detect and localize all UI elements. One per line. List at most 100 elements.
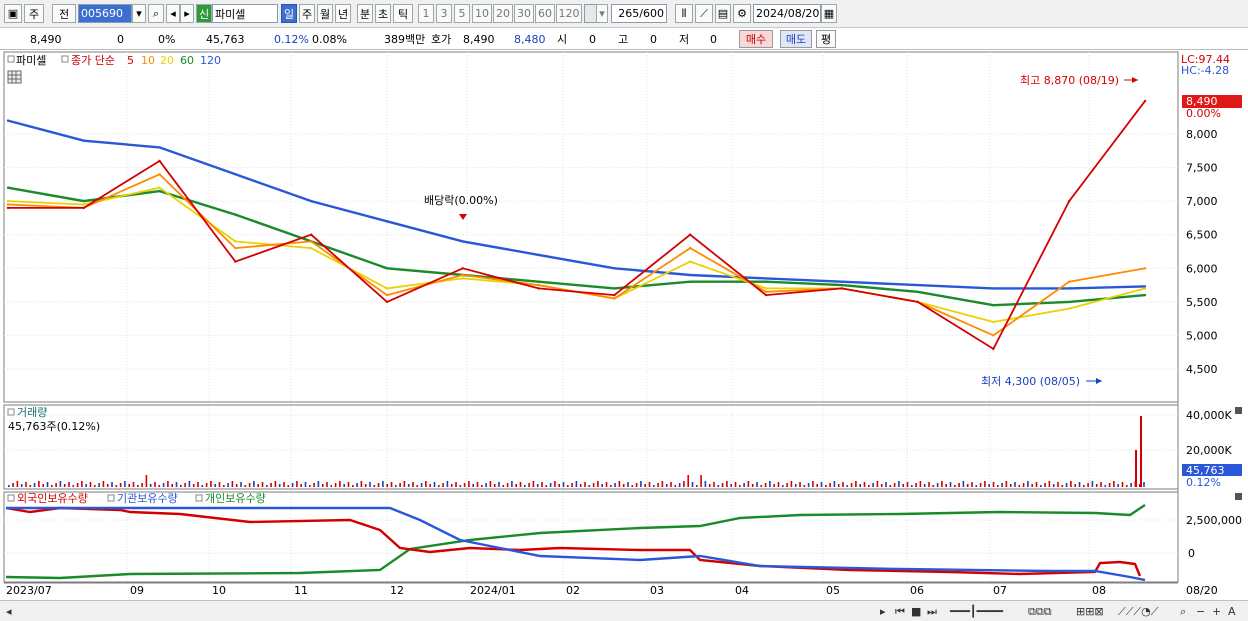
- price-pane[interactable]: [3, 51, 1179, 403]
- tab-year[interactable]: 년: [335, 4, 351, 23]
- volume-bar: [442, 483, 444, 487]
- tab-week[interactable]: 주: [299, 4, 315, 23]
- holding-pane[interactable]: [3, 491, 1179, 583]
- volume-bar: [855, 481, 857, 487]
- zoom-icon[interactable]: ⌕: [1180, 605, 1186, 619]
- volume-bar: [395, 485, 397, 487]
- tab-month[interactable]: 월: [317, 4, 333, 23]
- tab-minute[interactable]: 분: [357, 4, 373, 23]
- ma5-point: [916, 300, 919, 304]
- ma60-point: [234, 213, 237, 216]
- scroll-left-icon[interactable]: ◂: [6, 605, 12, 618]
- compare-mode-button[interactable]: 전: [52, 4, 76, 23]
- tab-second[interactable]: 초: [375, 4, 391, 23]
- interval-60[interactable]: 60: [535, 4, 555, 23]
- volume-bar: [545, 485, 548, 487]
- interval-30[interactable]: 30: [514, 4, 534, 23]
- interval-120[interactable]: 120: [556, 4, 582, 23]
- volume-bar: [352, 485, 354, 487]
- layout-icon[interactable]: ⧉⧉⧉: [1028, 605, 1052, 619]
- x-axis-tick: 12: [390, 584, 404, 597]
- chart-canvas[interactable]: 8,000 7,500 7,000 6,500 6,000 5,500 5,000 4,500…: [0, 50, 1248, 621]
- volume-bar: [949, 482, 952, 487]
- prev-stock-icon[interactable]: ◂: [166, 4, 180, 23]
- interval-20[interactable]: 20: [493, 4, 513, 23]
- interval-3[interactable]: 3: [436, 4, 452, 23]
- table-icon[interactable]: [7, 70, 22, 84]
- volume-bar: [317, 481, 320, 487]
- first-page-icon[interactable]: ⏮: [895, 605, 905, 619]
- next-stock-icon[interactable]: ▸: [180, 4, 194, 23]
- volume-bar: [635, 483, 638, 487]
- bottom-scrollbar[interactable]: ◂ ▸ ⏮ ■ ⏭ ━━━┃━━━━ ⧉⧉⧉ ⊞⊞⊠ ⟋⟋⟋◔⟋ ⌕ − + A: [0, 600, 1248, 621]
- volume-bar: [141, 483, 143, 487]
- stock-name-field[interactable]: 파미셀: [212, 4, 278, 23]
- gear-icon[interactable]: ⚙: [733, 4, 751, 23]
- code-dropdown-icon[interactable]: ▾: [132, 4, 146, 23]
- quote-amount: 389백만: [384, 33, 426, 46]
- volume-bar: [446, 481, 449, 487]
- volume-bar: [390, 482, 393, 487]
- volume-bar: [132, 482, 135, 487]
- buy-button[interactable]: 매수: [739, 30, 773, 48]
- draw-tool-icon[interactable]: ⟋: [695, 4, 713, 23]
- zoom-in-icon[interactable]: +: [1212, 605, 1221, 618]
- tab-day[interactable]: 일: [281, 4, 297, 23]
- zoom-out-icon[interactable]: −: [1196, 605, 1205, 618]
- volume-bar: [829, 483, 831, 487]
- x-axis-tick: 03: [650, 584, 664, 597]
- volume-bar: [42, 484, 44, 487]
- tools-icon[interactable]: ⊞⊞⊠: [1076, 605, 1104, 618]
- count-value: 265: [618, 7, 640, 20]
- interval-5[interactable]: 5: [454, 4, 470, 23]
- sell-button[interactable]: 매도: [780, 30, 812, 48]
- volume-bar: [459, 485, 462, 487]
- volume-bar: [502, 485, 505, 487]
- volume-pane[interactable]: [3, 404, 1179, 490]
- draw-tools-icon[interactable]: ⟋⟋⟋◔⟋: [1118, 605, 1158, 619]
- save-icon[interactable]: ▤: [715, 4, 731, 23]
- dividend-annotation: 배당락(0.00%): [424, 194, 498, 207]
- volume-bar: [756, 482, 758, 487]
- tab-tick[interactable]: 틱: [393, 4, 413, 23]
- text-tool-icon[interactable]: A: [1228, 605, 1236, 618]
- volume-pane-close-icon[interactable]: [1235, 407, 1242, 414]
- stock-code-input[interactable]: 005690: [78, 4, 132, 23]
- volume-bar: [145, 475, 148, 487]
- period-mode-select[interactable]: 주: [24, 4, 44, 23]
- interval-1[interactable]: 1: [418, 4, 434, 23]
- window-icon[interactable]: ▣: [4, 4, 22, 23]
- volume-bar: [1143, 482, 1145, 487]
- last-page-icon[interactable]: ⏭: [927, 605, 937, 619]
- volume-bar: [309, 485, 311, 487]
- ma10-point: [1068, 280, 1071, 283]
- ma5-point: [234, 260, 237, 263]
- ma-label: 종가 단순: [71, 54, 115, 67]
- holding-pane-close-icon[interactable]: [1235, 493, 1242, 500]
- candle-type-icon[interactable]: ⫴: [675, 4, 693, 23]
- volume-bar: [115, 485, 118, 487]
- search-icon[interactable]: ⌕: [148, 4, 164, 23]
- volume-bar: [253, 481, 255, 487]
- stop-icon[interactable]: ■: [911, 605, 921, 618]
- eval-button[interactable]: 평: [816, 30, 836, 48]
- interval-10[interactable]: 10: [472, 4, 492, 23]
- ma60-legend: 60: [180, 54, 194, 67]
- volume-bar: [1126, 485, 1128, 487]
- scroll-right-icon[interactable]: ▸: [880, 605, 886, 618]
- volume-bar: [833, 481, 836, 487]
- volume-bar: [1113, 481, 1115, 487]
- low-annotation: 최저 4,300 (08/05): [981, 375, 1080, 388]
- zoom-slider[interactable]: ━━━┃━━━━: [950, 605, 1003, 618]
- volume-bar: [524, 485, 526, 487]
- calendar-icon[interactable]: ▦: [821, 4, 837, 23]
- volume-bar: [412, 482, 414, 487]
- date-input[interactable]: 2024/08/20: [753, 4, 821, 23]
- volume-bar: [240, 482, 242, 487]
- x-axis-tick: 04: [735, 584, 749, 597]
- interval-dropdown-icon[interactable]: ▾: [596, 4, 608, 23]
- count-field[interactable]: 265/600: [611, 4, 667, 23]
- volume-bar: [764, 483, 767, 487]
- volume-bar: [614, 483, 616, 487]
- quote-volume: 45,763: [206, 32, 245, 46]
